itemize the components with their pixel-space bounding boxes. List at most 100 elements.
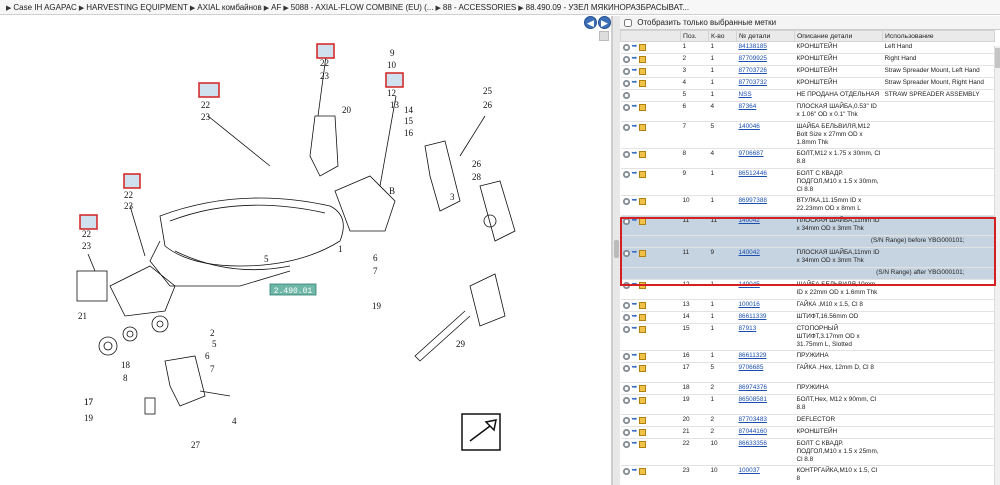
breadcrumb-item[interactable]: HARVESTING EQUIPMENT bbox=[86, 3, 188, 12]
table-row[interactable]: ➥ 11 11 140042 ПЛОСКАЯ ШАЙБА,11mm ID x 34mm … bbox=[620, 215, 995, 236]
part-number-link[interactable]: 87364 bbox=[739, 103, 757, 110]
callout-number[interactable]: 22 bbox=[201, 100, 210, 110]
info-icon[interactable] bbox=[622, 198, 630, 205]
callout-number[interactable]: 7 bbox=[373, 266, 378, 276]
diagram-scroll-thumb[interactable] bbox=[599, 31, 609, 41]
callout-number[interactable]: 26 bbox=[472, 159, 482, 169]
callout-number[interactable]: 3 bbox=[450, 192, 455, 202]
replace-arrow-icon[interactable]: ➥ bbox=[632, 79, 638, 86]
callout-number[interactable]: 14 bbox=[404, 105, 414, 115]
add-to-cart-icon[interactable] bbox=[639, 218, 647, 225]
callout-number[interactable]: 23 bbox=[320, 71, 330, 81]
part-number-link[interactable]: 86512446 bbox=[739, 170, 767, 177]
replace-arrow-icon[interactable]: ➥ bbox=[632, 55, 638, 62]
info-icon[interactable] bbox=[622, 171, 630, 178]
callout-number[interactable]: 18 bbox=[121, 360, 131, 370]
callout-number[interactable]: B bbox=[389, 186, 395, 196]
breadcrumb-item[interactable]: 88.490.09 - УЗЕЛ МЯКИНОРАЗБРАСЫВАТ... bbox=[526, 3, 690, 12]
callout-number[interactable]: 22 bbox=[124, 190, 133, 200]
table-row[interactable]: ➥ 9 1 86512446 БОЛТ С КВАДР. ПОДГОЛ,M10 x 1.… bbox=[620, 168, 995, 196]
info-icon[interactable] bbox=[622, 80, 630, 87]
part-number-link[interactable]: 87703726 bbox=[739, 67, 767, 74]
replace-arrow-icon[interactable]: ➥ bbox=[632, 325, 638, 332]
callout-number[interactable]: 12 bbox=[387, 88, 396, 98]
add-to-cart-icon[interactable] bbox=[639, 68, 647, 75]
callout-number[interactable]: 28 bbox=[472, 172, 482, 182]
callout-number[interactable]: 22 bbox=[320, 58, 329, 68]
callout-number[interactable]: 25 bbox=[483, 86, 493, 96]
table-row[interactable]: ➥ 8 4 9706687 БОЛТ,M12 x 1.75 x 30mm, Cl 8.8 bbox=[620, 148, 995, 169]
part-number-link[interactable]: 86611339 bbox=[739, 313, 767, 320]
info-icon[interactable] bbox=[622, 314, 630, 321]
callout-number[interactable]: 23 bbox=[82, 241, 92, 251]
add-to-cart-icon[interactable] bbox=[639, 417, 647, 424]
part-number-link[interactable]: 9706687 bbox=[739, 150, 764, 157]
replace-arrow-icon[interactable]: ➥ bbox=[632, 281, 638, 288]
parts-scrollbar[interactable] bbox=[994, 46, 1000, 485]
callout-number[interactable]: 9 bbox=[390, 48, 395, 58]
add-to-cart-icon[interactable] bbox=[639, 429, 647, 436]
callout-number[interactable]: 22 bbox=[82, 229, 91, 239]
callout-number[interactable]: 8 bbox=[123, 373, 128, 383]
callout-number[interactable]: 23 bbox=[201, 112, 211, 122]
callout-number[interactable]: 5 bbox=[212, 339, 217, 349]
part-number-link[interactable]: 87913 bbox=[739, 325, 757, 332]
info-icon[interactable] bbox=[622, 468, 630, 475]
part-number-link[interactable]: NSS bbox=[739, 91, 752, 98]
add-to-cart-icon[interactable] bbox=[639, 104, 647, 111]
table-row[interactable]: ➥ 17 5 9706685 ГАЙКА ,Hex, 12mm D, Cl 8 bbox=[620, 362, 995, 383]
add-to-cart-icon[interactable] bbox=[639, 365, 647, 372]
part-number-link[interactable]: 87709925 bbox=[739, 55, 767, 62]
table-row[interactable]: ➥ 12 1 140045 ШАЙБА БЕЛЬВИЛЯ,10mm ID x 22mm … bbox=[620, 279, 995, 300]
callout-number[interactable]: 19 bbox=[372, 301, 382, 311]
table-row[interactable]: ➥ 2 1 87709925 КРОНШТЕЙН Right Hand bbox=[620, 53, 995, 66]
callout-number[interactable]: 16 bbox=[404, 128, 414, 138]
callout-number[interactable]: 29 bbox=[456, 339, 466, 349]
info-icon[interactable] bbox=[622, 151, 630, 158]
part-number-link[interactable]: 87703732 bbox=[739, 79, 767, 86]
replace-arrow-icon[interactable]: ➥ bbox=[632, 364, 638, 371]
table-row[interactable]: ➥ 13 1 100016 ГАЙКА ,M10 x 1.5, Cl 8 bbox=[620, 299, 995, 312]
table-row[interactable]: ➥ 7 5 140046 ШАЙБА БЕЛЬВИЛЯ,M12 Bolt Size x … bbox=[620, 121, 995, 149]
add-to-cart-icon[interactable] bbox=[639, 151, 647, 158]
callout-number[interactable]: 4 bbox=[232, 416, 237, 426]
column-header[interactable] bbox=[620, 30, 681, 42]
callout-number[interactable]: 27 bbox=[191, 440, 201, 450]
breadcrumb-item[interactable]: AF bbox=[271, 3, 281, 12]
table-row[interactable]: ➥ 4 1 87703732 КРОНШТЕЙН Straw Spreader Mount… bbox=[620, 77, 995, 90]
table-row[interactable]: ➥ 11 9 140042 ПЛОСКАЯ ШАЙБА,11mm ID x 34mm O… bbox=[620, 247, 995, 268]
column-header[interactable]: № детали bbox=[736, 30, 795, 42]
add-to-cart-icon[interactable] bbox=[639, 198, 647, 205]
add-to-cart-icon[interactable] bbox=[639, 385, 647, 392]
info-icon[interactable] bbox=[622, 326, 630, 333]
add-to-cart-icon[interactable] bbox=[639, 302, 647, 309]
callout-number[interactable]: 6 bbox=[373, 253, 378, 263]
callout-number[interactable]: 17 bbox=[84, 397, 94, 407]
column-header[interactable]: К-во bbox=[708, 30, 737, 42]
info-icon[interactable] bbox=[622, 44, 630, 51]
replace-arrow-icon[interactable]: ➥ bbox=[632, 416, 638, 423]
replace-arrow-icon[interactable]: ➥ bbox=[632, 103, 638, 110]
table-row[interactable]: ➥ 14 1 86611339 ШТИФТ,16.56mm OD bbox=[620, 311, 995, 324]
add-to-cart-icon[interactable] bbox=[639, 353, 647, 360]
part-number-link[interactable]: 84138185 bbox=[739, 43, 767, 50]
info-icon[interactable] bbox=[622, 250, 630, 257]
callout-number[interactable]: 23 bbox=[124, 201, 134, 211]
table-row[interactable]: ➥ 15 1 87913 СТОПОРНЫЙ ШТИФТ,3.17mm OD x 31.… bbox=[620, 323, 995, 351]
table-row[interactable]: ➥ 22 10 86633356 БОЛТ С КВАДР. ПОДГОЛ,M10 x … bbox=[620, 438, 995, 466]
table-row[interactable]: ➥ 20 2 87703483 DEFLECTOR bbox=[620, 414, 995, 427]
add-to-cart-icon[interactable] bbox=[639, 397, 647, 404]
table-row[interactable]: 5 1 NSS НЕ ПРОДАНА ОТДЕЛЬНАЯ STRAW SPREADER … bbox=[620, 89, 995, 102]
info-icon[interactable] bbox=[622, 68, 630, 75]
callout-number[interactable]: 26 bbox=[483, 100, 493, 110]
add-to-cart-icon[interactable] bbox=[639, 44, 647, 51]
info-icon[interactable] bbox=[622, 365, 630, 372]
part-number-link[interactable]: 100037 bbox=[739, 467, 760, 474]
add-to-cart-icon[interactable] bbox=[639, 171, 647, 178]
callout-number[interactable]: 6 bbox=[205, 351, 210, 361]
callout-number[interactable]: 21 bbox=[78, 311, 87, 321]
callout-number[interactable]: 5 bbox=[264, 254, 269, 264]
diagram-panel[interactable]: 2.490.01 22 23 22 23 22 23 22 23 9 10 12 13 14 15 16 20… bbox=[0, 16, 612, 485]
replace-arrow-icon[interactable]: ➥ bbox=[632, 428, 638, 435]
replace-arrow-icon[interactable]: ➥ bbox=[632, 313, 638, 320]
